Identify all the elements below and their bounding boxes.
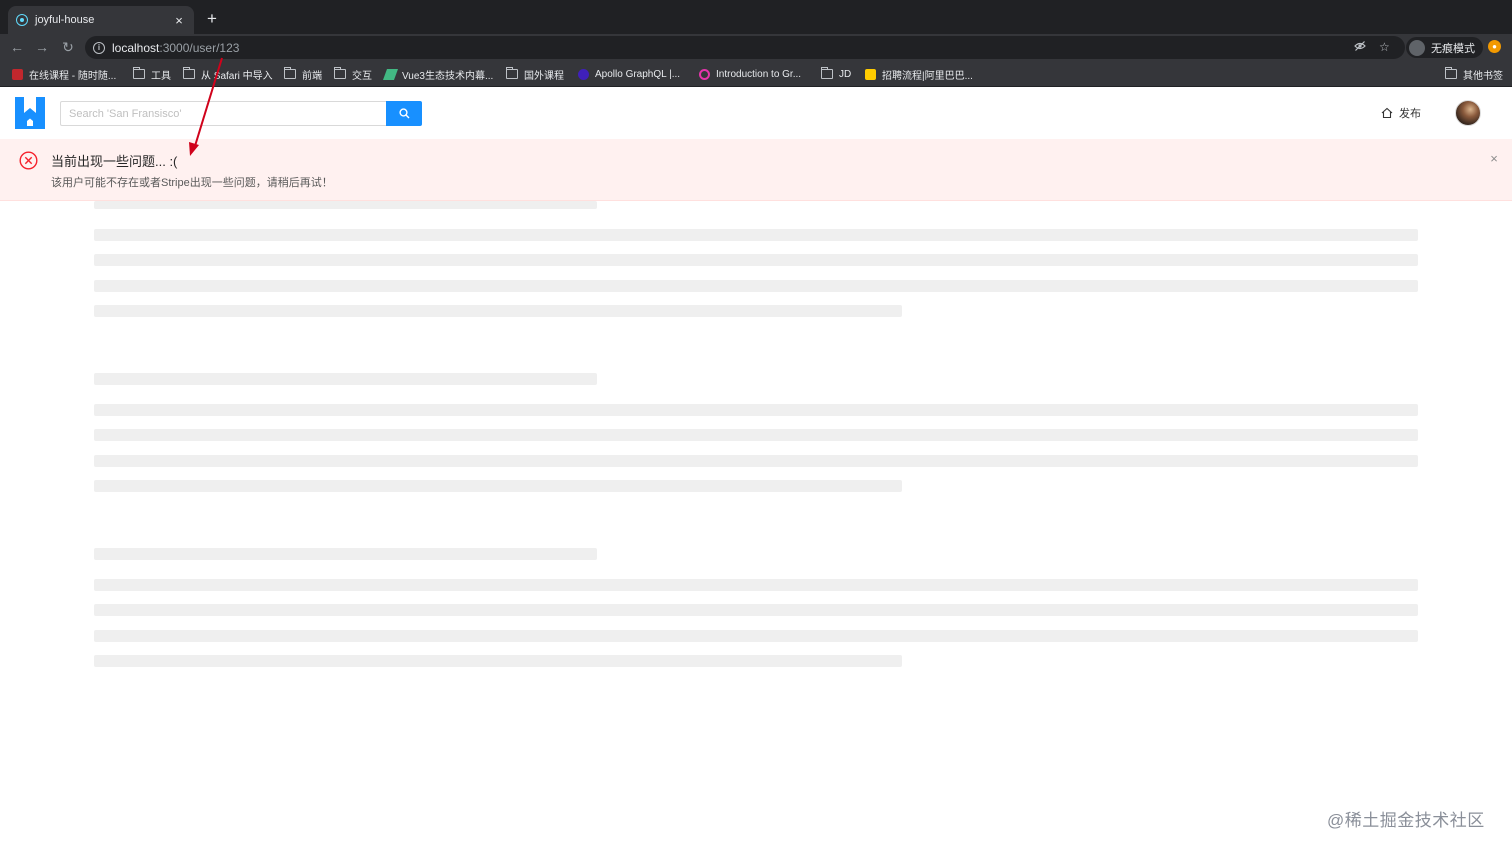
skeleton-line xyxy=(94,630,1418,642)
folder-icon xyxy=(284,67,296,79)
alert-title: 当前出现一些问题... :( xyxy=(51,154,178,169)
bookmarks-bar: 在线课程 - 随时随... 工具 从 Safari 中导入 前端 交互 Vue3… xyxy=(0,61,1512,87)
back-icon[interactable]: ← xyxy=(9,39,25,55)
bookmark-item[interactable]: Apollo GraphQL |... xyxy=(578,67,680,81)
red-logo-icon xyxy=(12,68,23,80)
skeleton-title xyxy=(94,548,597,560)
react-favicon-icon xyxy=(16,14,28,26)
new-tab-button[interactable]: + xyxy=(204,9,220,29)
skeleton-title xyxy=(94,201,597,209)
star-icon[interactable]: ☆ xyxy=(1379,40,1390,54)
browser-toolbar: ← → ↻ i localhost:3000/user/123 xyxy=(0,34,1512,61)
bookmark-folder[interactable]: 前端 xyxy=(284,67,322,82)
browser-tab-bar: joyful-house × + xyxy=(0,0,1512,34)
publish-link[interactable]: 发布 xyxy=(1381,105,1421,121)
skeleton-line xyxy=(94,404,1418,416)
url-path: :3000/user/123 xyxy=(159,40,240,55)
bookmark-label: Vue3生态技术内幕... xyxy=(402,70,494,82)
home-icon xyxy=(1381,107,1393,119)
reload-icon[interactable]: ↻ xyxy=(60,39,76,55)
house-logo-icon[interactable] xyxy=(15,97,45,129)
incognito-icon xyxy=(1409,39,1425,56)
search-button[interactable] xyxy=(386,101,422,126)
bookmark-label: 其他书签 xyxy=(1463,70,1503,82)
folder-icon xyxy=(334,67,346,79)
folder-icon xyxy=(821,67,833,79)
graphql-icon xyxy=(699,68,710,80)
bookmark-label: 在线课程 - 随时随... xyxy=(29,70,117,82)
extension-icon[interactable]: ● xyxy=(1488,40,1501,53)
skeleton-line xyxy=(94,579,1418,591)
publish-label: 发布 xyxy=(1399,108,1421,120)
bookmark-label: Apollo GraphQL |... xyxy=(595,68,681,80)
folder-icon xyxy=(133,67,145,79)
bookmark-item[interactable]: 在线课程 - 随时随... xyxy=(12,67,117,82)
bookmark-folder[interactable]: JD xyxy=(821,67,851,81)
bookmark-label: 招聘流程|阿里巴巴... xyxy=(882,70,973,82)
search-bar xyxy=(60,101,422,126)
vue-icon xyxy=(382,68,399,80)
bookmark-label: 工具 xyxy=(151,70,171,82)
bookmark-item[interactable]: 招聘流程|阿里巴巴... xyxy=(865,67,973,82)
skeleton-line xyxy=(94,455,1418,467)
bookmark-label: 交互 xyxy=(352,70,372,82)
search-icon xyxy=(398,108,409,119)
folder-icon xyxy=(1445,67,1457,79)
forward-icon[interactable]: → xyxy=(34,39,50,55)
tab-close-icon[interactable]: × xyxy=(172,13,186,28)
folder-icon xyxy=(183,67,195,79)
address-bar[interactable]: i localhost:3000/user/123 xyxy=(85,36,1405,59)
skeleton-line xyxy=(94,429,1418,441)
skeleton-line xyxy=(94,280,1418,292)
error-alert: 当前出现一些问题... :( 该用户可能不存在或者Stripe出现一些问题，请稍… xyxy=(0,139,1512,201)
skeleton-title xyxy=(94,373,597,385)
bookmark-folder[interactable]: 从 Safari 中导入 xyxy=(183,67,273,82)
skeleton-line xyxy=(94,254,1418,266)
incognito-label: 无痕模式 xyxy=(1431,42,1475,55)
close-circle-icon xyxy=(19,151,38,170)
bookmark-label: 国外课程 xyxy=(524,70,564,82)
site-info-icon[interactable]: i xyxy=(93,41,105,54)
eye-off-icon[interactable] xyxy=(1354,40,1366,55)
skeleton-line xyxy=(94,480,902,492)
user-avatar[interactable] xyxy=(1455,100,1481,126)
bookmark-folder[interactable]: 工具 xyxy=(133,67,171,82)
bookmark-label: JD xyxy=(839,68,852,80)
tab-title: joyful-house xyxy=(35,14,95,26)
bookmark-item[interactable]: Vue3生态技术内幕... xyxy=(382,67,494,82)
browser-tab[interactable]: joyful-house × xyxy=(8,6,194,34)
bookmark-folder[interactable]: 交互 xyxy=(334,67,372,82)
bookmark-label: 从 Safari 中导入 xyxy=(201,70,273,82)
alert-description: 该用户可能不存在或者Stripe出现一些问题，请稍后再试！ xyxy=(51,177,333,189)
yellow-logo-icon xyxy=(865,68,876,80)
bookmark-item[interactable]: Introduction to Gr... xyxy=(699,67,801,81)
url-host: localhost xyxy=(112,40,160,55)
search-input[interactable] xyxy=(60,101,386,126)
watermark: @稀土掘金技术社区 xyxy=(1327,811,1485,830)
skeleton-line xyxy=(94,655,902,667)
apollo-icon xyxy=(578,68,589,80)
alert-close-icon[interactable]: × xyxy=(1487,152,1501,166)
folder-icon xyxy=(506,67,518,79)
skeleton-line xyxy=(94,229,1418,241)
bookmark-folder[interactable]: 国外课程 xyxy=(506,67,564,82)
app-header: 发布 xyxy=(0,87,1512,139)
incognito-badge[interactable]: 无痕模式 xyxy=(1406,37,1483,58)
bookmark-label: 前端 xyxy=(302,70,322,82)
bookmark-label: Introduction to Gr... xyxy=(716,68,802,80)
other-bookmarks[interactable]: 其他书签 xyxy=(1445,67,1503,82)
skeleton-line xyxy=(94,305,902,317)
skeleton-line xyxy=(94,604,1418,616)
